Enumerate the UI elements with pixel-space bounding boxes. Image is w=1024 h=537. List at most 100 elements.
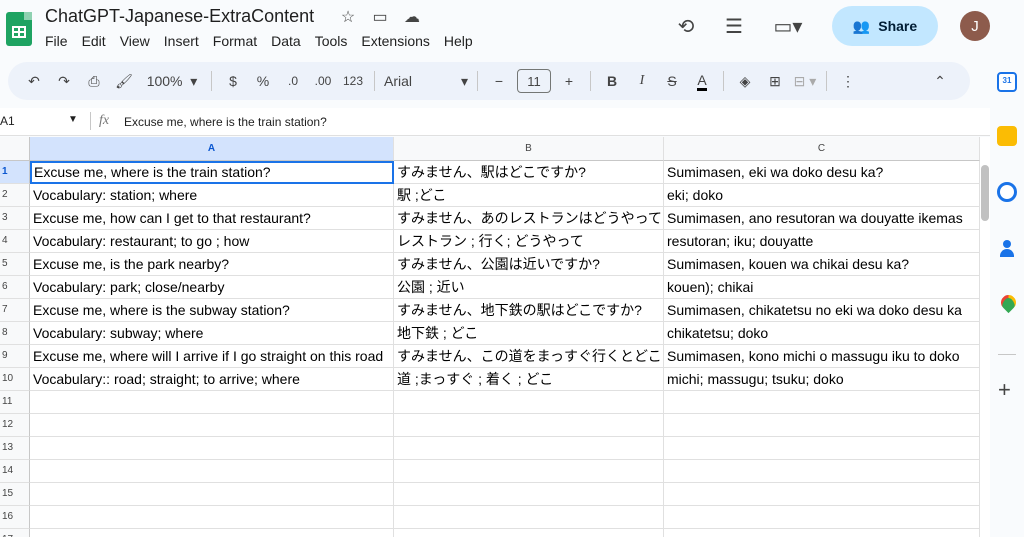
menu-view[interactable]: View [120,33,150,49]
collapse-toolbar-icon[interactable]: ⌃ [928,67,952,95]
sheets-logo-icon[interactable] [6,12,32,46]
vertical-scrollbar[interactable] [980,161,990,537]
maps-icon[interactable] [997,294,1017,314]
cell-b11[interactable] [394,391,664,414]
menu-extensions[interactable]: Extensions [361,33,429,49]
tasks-icon[interactable] [997,182,1017,202]
cell-b13[interactable] [394,437,664,460]
cell-b15[interactable] [394,483,664,506]
cloud-status-icon[interactable]: ☁ [401,8,423,28]
star-icon[interactable]: ☆ [337,8,359,28]
select-all-corner[interactable] [0,137,30,161]
cell-c17[interactable] [664,529,980,537]
cell-b6[interactable]: 公園 ; 近い [394,276,664,299]
cell-c14[interactable] [664,460,980,483]
increase-font-size-button[interactable]: + [557,67,581,95]
cell-a16[interactable] [30,506,394,529]
cell-a12[interactable] [30,414,394,437]
row-header[interactable]: 10 [0,368,30,391]
cell-c16[interactable] [664,506,980,529]
cell-a4[interactable]: Vocabulary: restaurant; to go ; how [30,230,394,253]
cell-a10[interactable]: Vocabulary:: road; straight; to arrive; … [30,368,394,391]
cell-c9[interactable]: Sumimasen, kono michi o massugu iku to d… [664,345,980,368]
undo-icon[interactable]: ↶ [22,67,46,95]
document-title[interactable]: ChatGPT-Japanese-ExtraContent [45,6,314,27]
cell-a9[interactable]: Excuse me, where will I arrive if I go s… [30,345,394,368]
cell-c2[interactable]: eki; doko [664,184,980,207]
cell-b16[interactable] [394,506,664,529]
cell-b10[interactable]: 道 ;まっすぐ ; 着く ; どこ [394,368,664,391]
cell-c11[interactable] [664,391,980,414]
comments-icon[interactable]: ☰ [720,14,748,39]
zoom-select[interactable]: 100% ▾ [142,67,202,95]
cell-c15[interactable] [664,483,980,506]
row-header[interactable]: 5 [0,253,30,276]
move-folder-icon[interactable]: ▭ [369,8,391,28]
cell-b2[interactable]: 駅 ;どこ [394,184,664,207]
borders-icon[interactable]: ⊞ [763,67,787,95]
menu-insert[interactable]: Insert [164,33,199,49]
more-formats-button[interactable]: 123 [341,67,365,95]
column-header-b[interactable]: B [394,137,664,161]
cell-a11[interactable] [30,391,394,414]
cell-c6[interactable]: kouen); chikai [664,276,980,299]
cell-a6[interactable]: Vocabulary: park; close/nearby [30,276,394,299]
cell-c7[interactable]: Sumimasen, chikatetsu no eki wa doko des… [664,299,980,322]
merge-cells-icon[interactable]: ⊟ ▾ [793,67,817,95]
menu-edit[interactable]: Edit [82,33,106,49]
strikethrough-button[interactable]: S [660,67,684,95]
bold-button[interactable]: B [600,67,624,95]
cell-a5[interactable]: Excuse me, is the park nearby? [30,253,394,276]
cell-c4[interactable]: resutoran; iku; douyatte [664,230,980,253]
share-button[interactable]: 👥 Share [832,6,938,46]
cell-b1[interactable]: すみません、駅はどこですか? [394,161,664,184]
add-addon-icon[interactable]: + [998,379,1011,401]
menu-help[interactable]: Help [444,33,473,49]
cell-a7[interactable]: Excuse me, where is the subway station? [30,299,394,322]
cell-c10[interactable]: michi; massugu; tsuku; doko [664,368,980,391]
cell-b8[interactable]: 地下鉄 ; どこ [394,322,664,345]
menu-tools[interactable]: Tools [315,33,348,49]
cell-c12[interactable] [664,414,980,437]
fill-color-icon[interactable]: ◈ [733,67,757,95]
print-icon[interactable]: ⎙ [82,67,106,95]
cell-a3[interactable]: Excuse me, how can I get to that restaur… [30,207,394,230]
decrease-font-size-button[interactable]: − [487,67,511,95]
cell-c3[interactable]: Sumimasen, ano resutoran wa douyatte ike… [664,207,980,230]
italic-button[interactable]: I [630,67,654,95]
contacts-icon[interactable] [997,238,1017,258]
row-header[interactable]: 16 [0,506,30,529]
cell-a13[interactable] [30,437,394,460]
keep-icon[interactable] [997,126,1017,146]
more-options-icon[interactable]: ⋮ [836,67,860,95]
cell-c5[interactable]: Sumimasen, kouen wa chikai desu ka? [664,253,980,276]
cell-b3[interactable]: すみません、あのレストランはどうやって [394,207,664,230]
formula-input[interactable]: Excuse me, where is the train station? [124,115,327,129]
cell-c8[interactable]: chikatetsu; doko [664,322,980,345]
row-header[interactable]: 14 [0,460,30,483]
version-history-icon[interactable]: ⟲ [672,14,700,39]
cell-a1[interactable]: Excuse me, where is the train station? [30,161,394,184]
row-header[interactable]: 4 [0,230,30,253]
row-header[interactable]: 3 [0,207,30,230]
row-header[interactable]: 11 [0,391,30,414]
paint-format-icon[interactable]: 🖌 [112,67,136,95]
cell-b12[interactable] [394,414,664,437]
column-header-c[interactable]: C [664,137,980,161]
cell-a8[interactable]: Vocabulary: subway; where [30,322,394,345]
cell-a15[interactable] [30,483,394,506]
row-header[interactable]: 17 [0,529,30,537]
font-size-input[interactable]: 11 [517,67,551,95]
redo-icon[interactable]: ↷ [52,67,76,95]
menu-format[interactable]: Format [213,33,257,49]
column-header-a[interactable]: A [30,137,394,161]
row-header[interactable]: 2 [0,184,30,207]
row-header[interactable]: 8 [0,322,30,345]
name-box[interactable]: A1 ▼ [0,114,80,128]
cell-b7[interactable]: すみません、地下鉄の駅はどこですか? [394,299,664,322]
row-header[interactable]: 13 [0,437,30,460]
percent-format-button[interactable]: % [251,67,275,95]
avatar[interactable]: J [960,11,990,41]
increase-decimal-button[interactable]: .00 [311,67,335,95]
row-header[interactable]: 6 [0,276,30,299]
